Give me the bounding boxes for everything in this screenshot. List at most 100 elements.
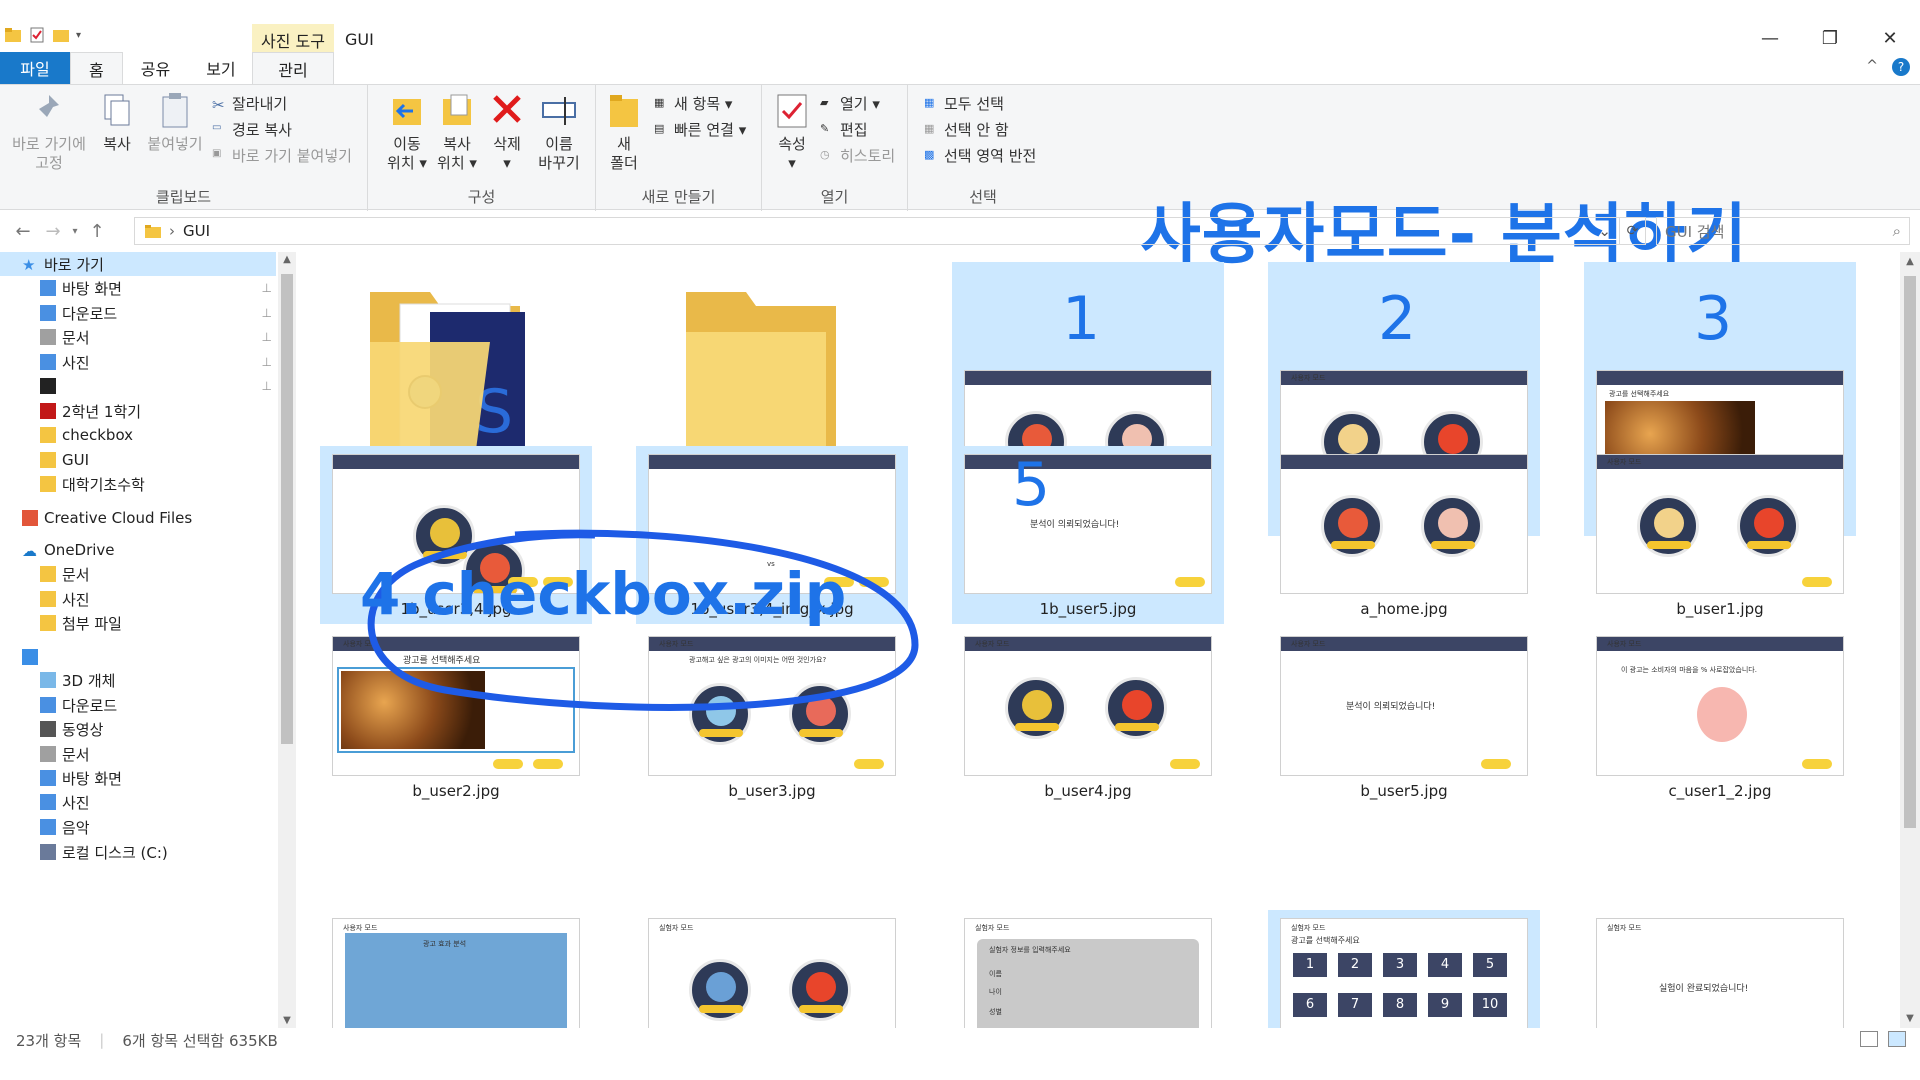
sidebar-item[interactable]: 음악	[0, 815, 276, 839]
pin-icon: ⊥	[261, 355, 272, 369]
thumbnail-header	[333, 455, 579, 469]
sidebar-item[interactable]: 대학기초수학	[0, 472, 276, 496]
paste-shortcut-button[interactable]: ▣ 바로 가기 붙여넣기	[212, 145, 352, 166]
restore-button[interactable]: ❐	[1800, 22, 1860, 54]
sidebar-item[interactable]: 다운로드	[0, 693, 276, 717]
sidebar-item[interactable]: ☁ OneDrive	[0, 538, 276, 562]
cut-button[interactable]: ✂ 잘라내기	[212, 93, 287, 114]
sidebar-item[interactable]: 문서 ⊥	[0, 325, 276, 349]
new-item-button[interactable]: ▦ 새 항목 ▾	[654, 93, 732, 114]
sidebar-item[interactable]: 3D 개체	[0, 668, 276, 692]
close-button[interactable]: ✕	[1860, 22, 1920, 54]
sidebar-item[interactable]: 다운로드 ⊥	[0, 301, 276, 325]
invert-selection-button[interactable]: ▩ 선택 영역 반전	[924, 145, 1036, 166]
thumbnail-text: 실험자 모드	[1291, 924, 1326, 932]
file-tile[interactable]: 실험자 모드 광고를 선택해주세요 1 2 3 4 5 6 7 8 9 10	[1268, 910, 1540, 1028]
copy-path-button[interactable]: ▭ 경로 복사	[212, 119, 292, 140]
sidebar-item-label: Creative Cloud Files	[44, 509, 193, 527]
file-tile[interactable]: 실험자 모드 실험자 정보를 입력해주세요 이름 나이 성별	[952, 910, 1224, 1028]
sidebar-item[interactable]: 사진	[0, 587, 276, 611]
recent-dropdown-button[interactable]: ▾	[68, 226, 82, 237]
cut-label: 잘라내기	[232, 95, 288, 113]
file-tile[interactable]: 실험자 모드 실험이 완료되었습니다!	[1584, 910, 1856, 1028]
collapse-ribbon-icon[interactable]: ^	[1866, 58, 1878, 76]
history-button[interactable]: ◷ 히스토리	[820, 145, 895, 166]
forward-button[interactable]: →	[38, 221, 68, 242]
back-button[interactable]: ←	[8, 221, 38, 242]
paste-button[interactable]: 붙여넣기	[144, 91, 206, 154]
sidebar-item[interactable]: 문서	[0, 742, 276, 766]
sidebar-item[interactable]: 바탕 화면	[0, 766, 276, 790]
copy-to-button[interactable]: 복사 위치 ▾	[432, 91, 482, 173]
scrollbar-thumb[interactable]	[281, 274, 293, 744]
address-bar[interactable]: › GUI ⌄	[134, 217, 1620, 245]
sidebar-item[interactable]: 사진 ⊥	[0, 350, 276, 374]
scroll-down-icon[interactable]: ▼	[1900, 1013, 1920, 1024]
new-folder-icon[interactable]	[52, 26, 70, 44]
new-folder-button[interactable]: 새 폴더	[604, 91, 644, 173]
file-tile[interactable]: 실험자 모드	[636, 910, 908, 1028]
sidebar-item[interactable]: 동영상	[0, 717, 276, 741]
details-view-icon[interactable]	[1860, 1031, 1878, 1047]
move-to-label: 이동 위치 ▾	[387, 135, 427, 172]
sidebar-item[interactable]: 바탕 화면 ⊥	[0, 276, 276, 300]
sidebar-item[interactable]: ★ 바로 가기	[0, 252, 276, 276]
scroll-up-icon[interactable]: ▲	[1900, 256, 1920, 267]
tab-file[interactable]: 파일	[0, 52, 70, 84]
file-tile[interactable]: 사용자 모드 광고 효과 분석	[320, 910, 592, 1028]
sidebar-item[interactable]: 문서	[0, 562, 276, 586]
rename-button[interactable]: 이름 바꾸기	[532, 91, 586, 173]
select-all-button[interactable]: ▦ 모두 선택	[924, 93, 1004, 114]
sidebar-item[interactable]: Creative Cloud Files	[0, 506, 276, 530]
sidebar-item[interactable]: 로컬 디스크 (C:)	[0, 840, 276, 864]
qat-dropdown-icon[interactable]: ▾	[76, 30, 81, 41]
image-thumbnail: 사용자 모드 이 광고는 소비자의 마음을 % 사로잡았습니다.	[1596, 636, 1844, 776]
tab-home[interactable]: 홈	[70, 52, 123, 84]
properties-button[interactable]: 속성 ▾	[772, 91, 812, 173]
edit-button[interactable]: ✎ 편집	[820, 119, 868, 140]
select-none-button[interactable]: ▦ 선택 안 함	[924, 119, 1009, 140]
address-dropdown-icon[interactable]: ⌄	[1598, 222, 1611, 240]
nav-scrollbar[interactable]: ▲ ▼	[278, 252, 296, 1028]
copy-button[interactable]: 복사	[94, 91, 140, 154]
sidebar-item[interactable]: checkbox	[0, 423, 276, 447]
open-button[interactable]: ▰ 열기 ▾	[820, 93, 880, 114]
properties-icon[interactable]	[28, 26, 46, 44]
delete-button[interactable]: 삭제 ▾	[484, 91, 530, 173]
folder-icon[interactable]	[4, 26, 22, 44]
breadcrumb-current[interactable]: GUI	[183, 222, 210, 240]
number-button: 4	[1428, 953, 1462, 977]
large-icons-view-icon[interactable]	[1888, 1031, 1906, 1047]
sidebar-item[interactable]: 사진	[0, 790, 276, 814]
file-tile[interactable]: a_home.jpg	[1268, 446, 1540, 624]
file-tile[interactable]: 사용자 모드 b_user4.jpg	[952, 628, 1224, 806]
thumbnail-icon	[1022, 690, 1052, 720]
up-button[interactable]: ↑	[82, 221, 112, 242]
file-tile[interactable]: 사용자 모드 이 광고는 소비자의 마음을 % 사로잡았습니다. c_user1_2…	[1584, 628, 1856, 806]
folder-icon	[145, 225, 161, 238]
file-tile[interactable]: 사용자 모드 b_user1.jpg	[1584, 446, 1856, 624]
file-view-scrollbar[interactable]: ▲ ▼	[1900, 252, 1920, 1028]
file-tile[interactable]: 분석이 의뢰되었습니다! 1b_user5.jpg 5	[952, 446, 1224, 624]
paste-icon	[162, 93, 188, 128]
minimize-button[interactable]: —	[1740, 22, 1800, 54]
help-icon[interactable]: ?	[1892, 58, 1910, 76]
scroll-down-icon[interactable]: ▼	[278, 1015, 296, 1026]
file-tile[interactable]: 사용자 모드 분석이 의뢰되었습니다! b_user5.jpg	[1268, 628, 1540, 806]
scrollbar-thumb[interactable]	[1904, 276, 1916, 828]
easy-access-button[interactable]: ▤ 빠른 연결 ▾	[654, 119, 746, 140]
sidebar-item[interactable]: 2학년 1학기	[0, 399, 276, 423]
sidebar-item[interactable]	[0, 645, 276, 669]
move-to-button[interactable]: 이동 위치 ▾	[382, 91, 432, 173]
search-input[interactable]: GUI 검색 ⌕	[1656, 217, 1910, 245]
tab-manage[interactable]: 관리	[252, 52, 334, 84]
thumbnail-header	[649, 455, 895, 469]
sidebar-item[interactable]: ⊥	[0, 374, 276, 398]
tab-share[interactable]: 공유	[123, 52, 188, 84]
scroll-up-icon[interactable]: ▲	[278, 254, 296, 265]
tab-view[interactable]: 보기	[188, 52, 253, 84]
refresh-button[interactable]: ⟳	[1620, 217, 1646, 245]
pin-quick-access-button[interactable]: 바로 가기에 고정	[8, 91, 90, 173]
sidebar-item[interactable]: GUI	[0, 448, 276, 472]
sidebar-item[interactable]: 첨부 파일	[0, 611, 276, 635]
